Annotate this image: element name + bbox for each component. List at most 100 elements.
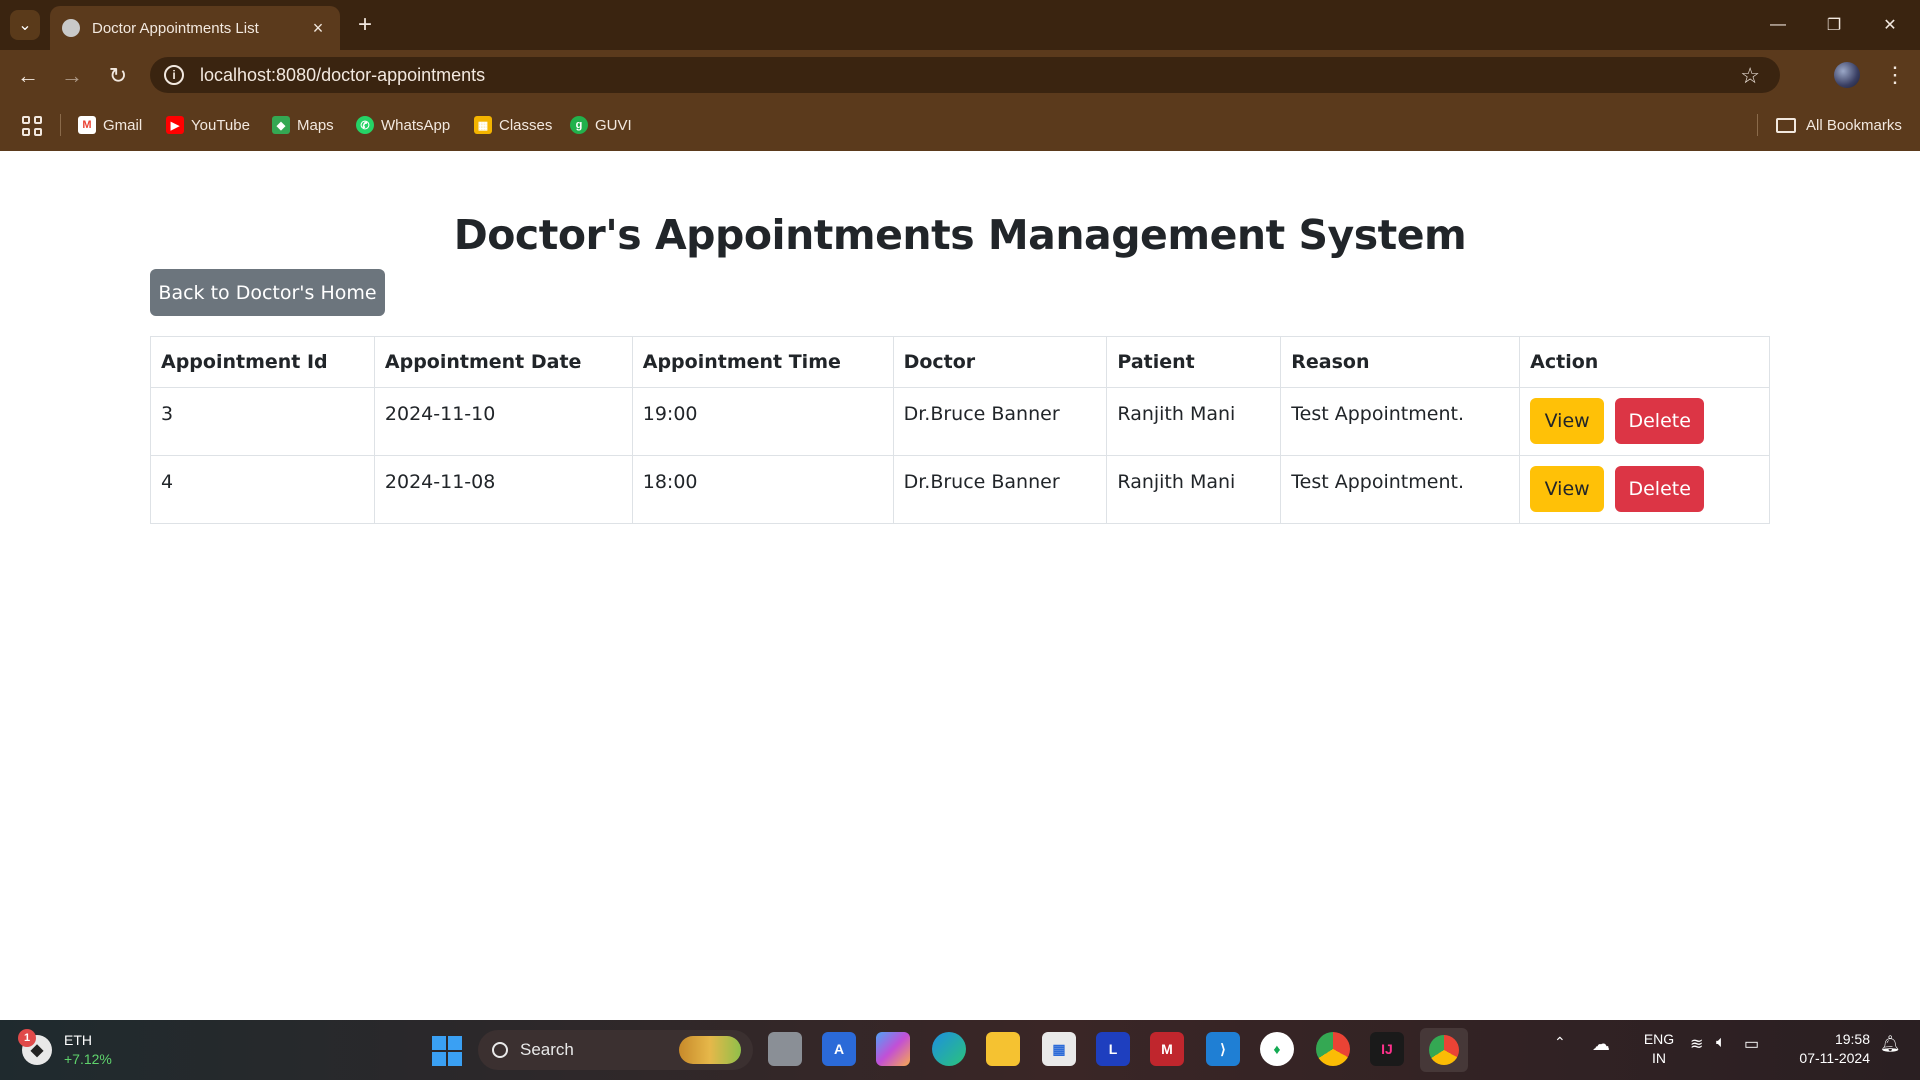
bookmark-label: Gmail [103,116,143,134]
header-patient: Patient [1106,336,1282,388]
bookmark-maps[interactable]: ◆ Maps [272,114,334,136]
cell-appointment-id: 3 [150,387,375,456]
chrome-active-icon[interactable] [1420,1028,1468,1072]
restore-button[interactable]: ❐ [1814,10,1854,40]
cell-appointment-time: 19:00 [631,387,894,456]
back-to-home-button[interactable]: Back to Doctor's Home [150,269,385,316]
folder-icon [1776,117,1796,133]
app-icon-a[interactable]: A [822,1032,856,1066]
edge-icon[interactable] [932,1032,966,1066]
cell-actions: View Delete [1519,455,1770,524]
clock[interactable]: 19:58 07-11-2024 [1780,1030,1870,1068]
table-row: 4 2024-11-08 18:00 Dr.Bruce Banner Ranji… [150,455,1770,524]
region-code: IN [1652,1050,1666,1066]
onedrive-icon[interactable]: ☁ [1592,1034,1610,1055]
bookmark-label: WhatsApp [381,116,451,134]
cell-appointment-date: 2024-11-10 [373,387,633,456]
bookmark-classes[interactable]: ▦ Classes [474,114,552,136]
globe-icon [62,19,80,37]
wifi-icon[interactable]: ≋ [1690,1034,1703,1054]
mcafee-icon[interactable]: M [1150,1032,1184,1066]
delete-button[interactable]: Delete [1615,466,1705,512]
browser-toolbar: ← → ↻ i localhost:8080/doctor-appointmen… [0,50,1920,100]
battery-icon[interactable]: ▭ [1744,1034,1759,1054]
search-label: Search [520,1040,574,1059]
browser-menu-icon[interactable]: ⋮ [1880,60,1910,90]
header-appointment-time: Appointment Time [631,336,894,388]
bookmark-youtube[interactable]: ▶ YouTube [166,114,250,136]
delete-button[interactable]: Delete [1615,398,1705,444]
windows-start-icon[interactable] [432,1036,462,1066]
all-bookmarks-button[interactable]: All Bookmarks [1776,114,1902,136]
notification-bell-icon[interactable]: 🔔︎ [1880,1034,1900,1054]
taskbar-search[interactable]: Search [478,1030,753,1070]
taskbar: ◆ 1 ETH +7.12% Search A ▦ L M ⟩ ♦ IJ ⌃ ☁… [0,1020,1920,1080]
chrome-icon[interactable] [1316,1032,1350,1066]
cell-reason: Test Appointment. [1280,387,1521,456]
classes-icon: ▦ [474,116,492,134]
back-arrow-icon[interactable]: ← [12,60,44,92]
vscode-icon[interactable]: ⟩ [1206,1032,1240,1066]
appointments-table: Appointment Id Appointment Date Appointm… [150,336,1770,524]
tab-strip: ⌄ Doctor Appointments List × + — ❐ ✕ [0,0,1920,50]
close-window-button[interactable]: ✕ [1870,10,1910,40]
header-appointment-date: Appointment Date [373,336,633,388]
all-bookmarks-divider [1757,114,1758,136]
cell-patient: Ranjith Mani [1106,455,1282,524]
url-text[interactable]: localhost:8080/doctor-appointments [200,65,485,86]
forward-arrow-icon[interactable]: → [56,60,88,92]
bookmark-label: Classes [499,116,553,134]
copilot-icon[interactable] [876,1032,910,1066]
profile-avatar[interactable] [1834,62,1860,88]
intellij-icon[interactable]: IJ [1370,1032,1404,1066]
page-content: Doctor's Appointments Management System … [0,151,1920,1020]
show-hidden-icons-icon[interactable]: ⌃ [1554,1034,1566,1051]
all-bookmarks-label: All Bookmarks [1806,116,1902,134]
cell-reason: Test Appointment. [1280,455,1521,524]
page-title: Doctor's Appointments Management System [453,211,1467,259]
search-icon [492,1042,508,1058]
close-tab-icon[interactable]: × [308,18,328,38]
cell-doctor: Dr.Bruce Banner [892,387,1108,456]
cell-actions: View Delete [1519,387,1770,456]
header-doctor: Doctor [892,336,1108,388]
address-bar[interactable]: i localhost:8080/doctor-appointments ☆ [150,57,1780,93]
volume-icon[interactable]: 🔈︎ [1716,1034,1726,1052]
widget-title: ETH [64,1032,92,1048]
header-appointment-id: Appointment Id [150,336,375,388]
gmail-icon: M [78,116,96,134]
bookmark-gmail[interactable]: M Gmail [78,114,142,136]
reload-icon[interactable]: ↻ [102,60,134,92]
site-info-icon[interactable]: i [164,65,184,85]
cell-appointment-time: 18:00 [631,455,894,524]
mongodb-icon[interactable]: ♦ [1260,1032,1294,1066]
file-explorer-icon[interactable] [986,1032,1020,1066]
eth-widget[interactable]: ◆ 1 ETH +7.12% [18,1029,142,1070]
view-button[interactable]: View [1530,466,1605,512]
whatsapp-icon: ✆ [356,116,374,134]
language-indicator[interactable]: ENG IN [1636,1030,1682,1068]
new-tab-button[interactable]: + [352,11,378,38]
widget-badge: 1 [18,1029,36,1047]
cell-doctor: Dr.Bruce Banner [892,455,1108,524]
task-view-icon[interactable] [768,1032,802,1066]
apps-grid-icon[interactable] [22,116,42,136]
clock-time: 19:58 [1834,1031,1870,1047]
store-icon[interactable]: ▦ [1042,1032,1076,1066]
tab-search-button[interactable]: ⌄ [10,10,40,40]
bookmark-label: GUVI [595,116,632,134]
bookmark-star-icon[interactable]: ☆ [1740,63,1760,89]
cell-patient: Ranjith Mani [1106,387,1282,456]
bookmark-guvi[interactable]: g GUVI [570,114,632,136]
minimize-button[interactable]: — [1758,10,1798,40]
header-reason: Reason [1280,336,1521,388]
widget-change: +7.12% [64,1051,112,1067]
bookmark-whatsapp[interactable]: ✆ WhatsApp [356,114,450,136]
table-header-row: Appointment Id Appointment Date Appointm… [150,336,1770,388]
ethereum-icon: ◆ 1 [18,1029,52,1065]
browser-tab[interactable]: Doctor Appointments List × [50,6,340,50]
search-highlight-image [679,1036,741,1064]
view-button[interactable]: View [1530,398,1605,444]
chevron-down-icon: ⌄ [18,17,32,34]
app-icon-l[interactable]: L [1096,1032,1130,1066]
